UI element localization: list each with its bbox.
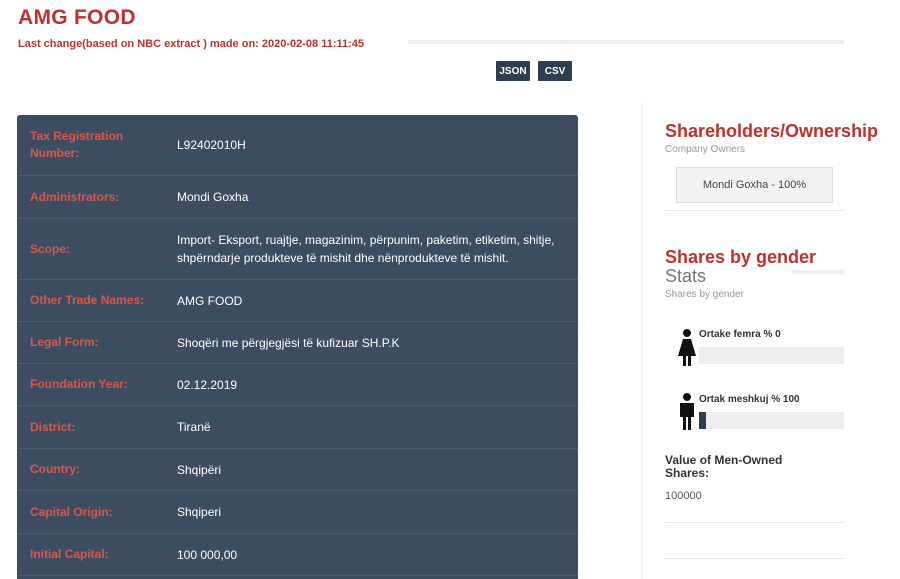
detail-value: Import- Eksport, ruajtje, magazinim, për… [177, 233, 555, 265]
last-change-text: Last change(based on NBC extract ) made … [18, 38, 365, 50]
detail-value: Tiranë [177, 420, 211, 434]
company-title: AMG FOOD [18, 6, 136, 29]
detail-label: District: [30, 419, 76, 434]
column-divider [642, 103, 643, 579]
shareholders-subtitle: Company Owners [665, 144, 746, 155]
men-owned-value: 100000 [665, 490, 702, 502]
detail-value: Shoqëri me përgjegjësi të kufizuar SH.P.… [177, 335, 400, 350]
json-export-button[interactable]: JSON [496, 61, 530, 81]
stats-heading: Stats [665, 266, 707, 286]
detail-label: Capital Origin: [30, 504, 113, 519]
shareholders-title: Shareholders/Ownership [665, 121, 879, 141]
detail-row-legal-form: Legal Form: Shoqëri me përgjegjësi të ku… [17, 322, 578, 364]
detail-row-trade-names: Other Trade Names: AMG FOOD [17, 280, 578, 322]
male-share-label: Ortak meshkuj % 100 [699, 394, 800, 405]
detail-value: Shqipëri [177, 462, 222, 477]
csv-export-button[interactable]: CSV [538, 61, 572, 81]
detail-label: Other Trade Names: [30, 293, 145, 307]
detail-label: Administrators: [30, 189, 120, 204]
owner-item[interactable]: Mondi Goxha - 100% [676, 167, 833, 203]
gender-title-rule [792, 270, 844, 274]
detail-row-initial-capital: Initial Capital: 100 000,00 [17, 534, 578, 576]
company-details-panel: Tax Registration Number: L92402010H Admi… [17, 115, 578, 579]
detail-value: 100 000,00 [177, 547, 238, 562]
detail-label: Initial Capital: [30, 547, 109, 561]
gender-title: Shares by gender [665, 247, 817, 267]
section-divider [665, 210, 844, 211]
detail-value: Mondi Goxha [177, 190, 249, 204]
section-divider [665, 522, 844, 523]
female-share-bar [699, 347, 844, 364]
male-figure-icon [680, 393, 694, 430]
detail-label: Foundation Year: [30, 377, 128, 391]
section-divider [665, 558, 844, 559]
female-figure-icon [678, 329, 696, 366]
detail-row-capital-origin: Capital Origin: Shqiperi [17, 491, 578, 534]
male-share-bar [699, 412, 844, 429]
detail-label: Scope: [30, 241, 71, 256]
stats-subtitle: Shares by gender [665, 289, 744, 300]
male-share-fill [699, 412, 706, 429]
header-divider [408, 40, 844, 44]
detail-row-administrators: Administrators: Mondi Goxha [17, 176, 578, 219]
detail-label: Country: [30, 462, 80, 476]
detail-row-tax-number: Tax Registration Number: L92402010H [17, 115, 578, 176]
detail-row-district: District: Tiranë [17, 406, 578, 449]
detail-value: 02.12.2019 [177, 377, 238, 392]
detail-value: L92402010H [177, 138, 246, 152]
detail-label: Tax Registration Number: [30, 129, 124, 160]
female-share-label: Ortake femra % 0 [699, 329, 781, 340]
detail-label: Legal Form: [30, 335, 99, 349]
men-owned-title: Value of Men-Owned Shares: [665, 453, 783, 480]
detail-row-foundation-year: Foundation Year: 02.12.2019 [17, 364, 578, 406]
detail-row-scope: Scope: Import- Eksport, ruajtje, magazin… [17, 219, 578, 280]
detail-value: Shqiperi [177, 505, 222, 519]
detail-value: AMG FOOD [177, 293, 243, 308]
detail-row-country: Country: Shqipëri [17, 449, 578, 491]
